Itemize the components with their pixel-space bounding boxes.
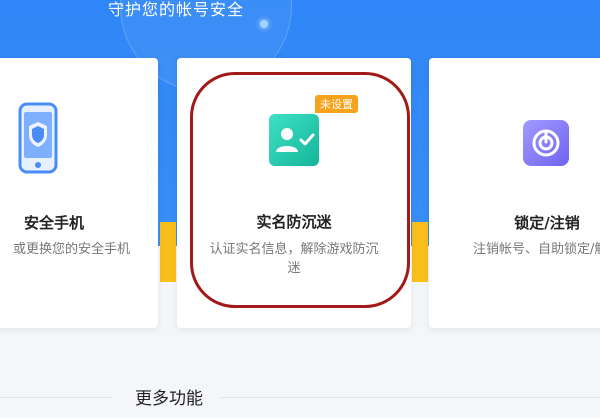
card-title: 安全手机: [23, 214, 84, 232]
card-desc: 注销帐号、自助锁定/解: [473, 242, 600, 257]
status-badge-not-set: 未设置: [315, 95, 358, 113]
card-desc-line2: 迷: [287, 261, 301, 276]
divider-right: [220, 397, 600, 398]
card-desc: 或更换您的安全手机: [12, 242, 130, 257]
card-lock-cancel[interactable]: 锁定/注销 注销帐号、自助锁定/解: [429, 58, 600, 328]
card-desc-line1: 认证实名信息，解除游戏防沉: [209, 242, 379, 257]
banner-subtitle: 守护您的帐号安全: [108, 0, 245, 19]
id-card-check-icon: [267, 110, 321, 172]
power-lock-icon: [521, 116, 571, 172]
card-title: 锁定/注销: [514, 214, 580, 232]
phone-shield-icon: [18, 102, 58, 178]
accent-strip-left: [160, 222, 176, 282]
card-title: 实名防沉迷: [256, 213, 332, 231]
divider-left: [0, 397, 112, 398]
section-title-more-features: 更多功能: [135, 389, 203, 409]
card-real-name-verification[interactable]: 未设置 实名防沉迷 认证实名信息，解除游戏防沉 迷: [177, 58, 411, 328]
accent-strip-right: [412, 222, 428, 282]
banner-decor-dot: [260, 20, 268, 28]
card-security-phone[interactable]: 安全手机 或更换您的安全手机: [0, 58, 158, 328]
